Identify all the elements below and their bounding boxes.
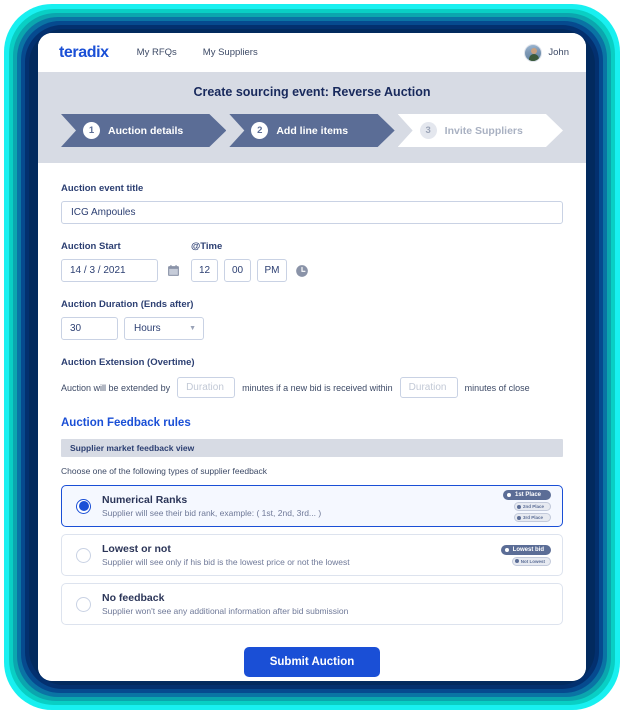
- feedback-option-numerical-ranks[interactable]: Numerical Ranks Supplier will see their …: [61, 485, 563, 527]
- start-time-inputs-row: [61, 259, 563, 282]
- user-menu[interactable]: John: [524, 43, 569, 62]
- option-title: No feedback: [102, 592, 165, 604]
- badge-dot-icon: [514, 559, 519, 563]
- badge-dot-icon: [517, 515, 521, 520]
- submit-row: Submit Auction: [61, 647, 563, 677]
- badge-2nd-place: 2nd Place: [514, 502, 551, 511]
- badge-3rd-place: 3rd Place: [514, 513, 551, 522]
- step-label: Auction details: [108, 124, 184, 137]
- feedback-section-title: Auction Feedback rules: [61, 417, 191, 429]
- nav-link-my-rfqs[interactable]: My RFQs: [137, 47, 177, 58]
- auction-time-label: @Time: [191, 241, 223, 252]
- submit-auction-button[interactable]: Submit Auction: [243, 647, 381, 677]
- duration-unit-value: Hours: [134, 323, 161, 334]
- auction-title-input[interactable]: [61, 201, 563, 224]
- badge-dot-icon: [503, 546, 510, 553]
- feedback-option-lowest-or-not[interactable]: Lowest or not Supplier will see only if …: [61, 534, 563, 576]
- step-label: Invite Suppliers: [444, 124, 523, 137]
- badge-label: 1st Place: [515, 492, 542, 498]
- choose-feedback-instruction: Choose one of the following types of sup…: [61, 466, 268, 476]
- badge-label: Not Lowest: [520, 558, 545, 564]
- auction-extension-label: Auction Extension (Overtime): [61, 357, 195, 368]
- date-group: [61, 259, 191, 282]
- step-number: 1: [83, 122, 100, 139]
- option-title: Lowest or not: [102, 543, 171, 555]
- option-title: Numerical Ranks: [102, 494, 188, 506]
- radio-no-feedback[interactable]: [76, 596, 91, 612]
- supplier-feedback-view-bar: Supplier market feedback view: [61, 439, 563, 457]
- badge-label: 3rd Place: [523, 515, 544, 520]
- page-title: Create sourcing event: Reverse Auction: [193, 85, 431, 99]
- step-number: 3: [420, 122, 437, 139]
- step-number: 2: [251, 122, 268, 139]
- badge-label: Lowest bid: [512, 546, 544, 553]
- user-name-label: John: [548, 47, 569, 58]
- auction-start-date-input[interactable]: [61, 259, 158, 282]
- step-add-line-items[interactable]: 2 Add line items: [229, 114, 394, 147]
- duration-row: Hours ▼: [61, 317, 563, 340]
- auction-start-label: Auction Start: [61, 241, 121, 252]
- auction-duration-label: Auction Duration (Ends after): [61, 299, 194, 310]
- calendar-icon[interactable]: [167, 264, 180, 277]
- feedback-options-list: Numerical Ranks Supplier will see their …: [61, 485, 563, 625]
- extension-text-2: minutes if a new bid is received within: [242, 382, 393, 393]
- duration-unit-select[interactable]: Hours ▼: [124, 317, 204, 340]
- avatar: [524, 43, 543, 62]
- option-description: Supplier will see their bid rank, exampl…: [102, 508, 322, 518]
- badge-dot-icon: [506, 492, 512, 498]
- radio-numerical-ranks[interactable]: [76, 498, 91, 514]
- form-body: Auction event title Auction Start @Time: [38, 163, 586, 681]
- extension-duration-input-1[interactable]: [177, 377, 236, 398]
- step-invite-suppliers[interactable]: 3 Invite Suppliers: [398, 114, 563, 147]
- badge-not-lowest: Not Lowest: [511, 556, 551, 566]
- extension-text-3: minutes of close: [464, 382, 530, 393]
- extension-row: Auction will be extended by minutes if a…: [61, 377, 563, 398]
- clock-icon[interactable]: [295, 264, 309, 278]
- top-navigation-bar: teradix My RFQs My Suppliers John: [38, 33, 586, 72]
- time-ampm-input[interactable]: [257, 259, 287, 282]
- rank-badges: 1st Place 2nd Place 3rd Place: [503, 490, 551, 522]
- option-description: Supplier won't see any additional inform…: [102, 606, 349, 616]
- time-minute-input[interactable]: [224, 259, 251, 282]
- auction-title-label: Auction event title: [61, 183, 144, 194]
- app-window: teradix My RFQs My Suppliers John Create…: [38, 33, 586, 681]
- feedback-option-no-feedback[interactable]: No feedback Supplier won't see any addit…: [61, 583, 563, 625]
- badge-lowest-bid: Lowest bid: [500, 544, 551, 555]
- page-header-band: Create sourcing event: Reverse Auction 1…: [38, 72, 586, 163]
- badge-label: 2nd Place: [523, 504, 545, 509]
- badge-1st-place: 1st Place: [503, 490, 551, 500]
- radio-lowest-or-not[interactable]: [76, 547, 91, 563]
- lowest-badges: Lowest bid Not Lowest: [500, 544, 551, 566]
- brand-logo[interactable]: teradix: [59, 44, 109, 62]
- badge-dot-icon: [517, 504, 521, 509]
- extension-duration-input-2[interactable]: [399, 377, 458, 398]
- start-time-labels-row: Auction Start @Time: [61, 241, 563, 259]
- nav-link-my-suppliers[interactable]: My Suppliers: [203, 47, 258, 58]
- option-description: Supplier will see only if his bid is the…: [102, 557, 350, 567]
- step-label: Add line items: [276, 124, 349, 137]
- chevron-down-icon: ▼: [189, 325, 196, 332]
- extension-text-1: Auction will be extended by: [61, 382, 171, 393]
- step-progress: 1 Auction details 2 Add line items 3 Inv…: [38, 114, 586, 147]
- auction-duration-input[interactable]: [61, 317, 118, 340]
- step-auction-details[interactable]: 1 Auction details: [61, 114, 226, 147]
- time-hour-input[interactable]: [191, 259, 218, 282]
